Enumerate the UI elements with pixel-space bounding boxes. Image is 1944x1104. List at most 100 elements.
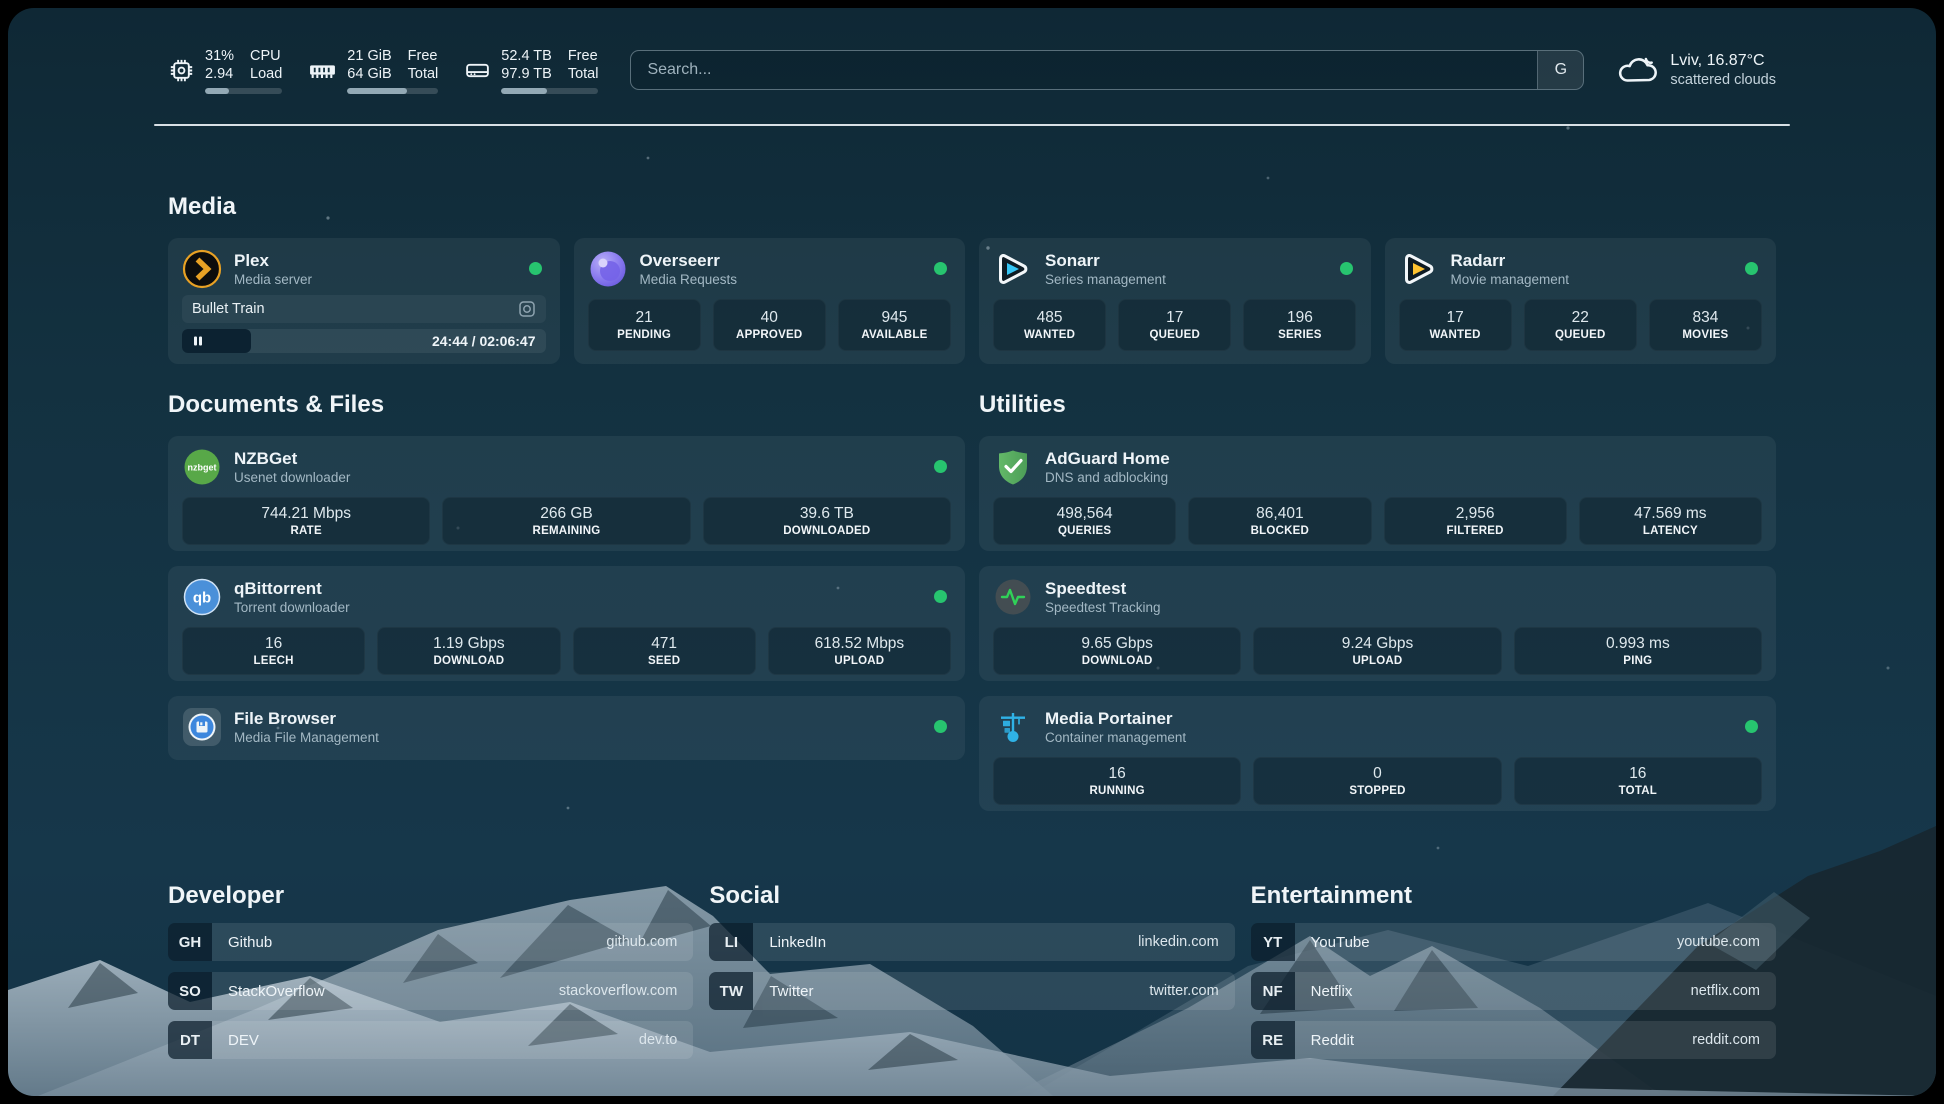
bookmark-github[interactable]: GH Github github.com	[168, 923, 693, 961]
app-card-filebrowser[interactable]: File Browser Media File Management	[168, 696, 965, 760]
overseerr-icon	[588, 249, 628, 289]
search-input[interactable]	[631, 51, 1537, 89]
disk-free: 52.4 TB	[501, 47, 552, 65]
stat-remaining: 266 GBREMAINING	[442, 497, 690, 545]
svg-text:nzbget: nzbget	[188, 463, 217, 473]
app-card-overseerr[interactable]: Overseerr Media Requests 21PENDING 40APP…	[574, 238, 966, 364]
stat-ping: 0.993 msPING	[1514, 627, 1762, 675]
section-entertainment: Entertainment YT YouTubeyoutube.com NF N…	[1251, 881, 1776, 1070]
app-desc-speedtest: Speedtest Tracking	[1045, 599, 1161, 616]
app-name-sonarr: Sonarr	[1045, 250, 1166, 271]
stat-pending: 21PENDING	[588, 299, 701, 351]
bookmark-reddit[interactable]: RE Redditreddit.com	[1251, 1021, 1776, 1059]
app-card-qbittorrent[interactable]: qb qBittorrent Torrent downloader 16LEEC…	[168, 566, 965, 681]
bookmark-name: Twitter	[769, 983, 813, 1000]
app-card-sonarr[interactable]: Sonarr Series management 485WANTED 17QUE…	[979, 238, 1371, 364]
bookmark-netflix[interactable]: NF Netflixnetflix.com	[1251, 972, 1776, 1010]
header-divider	[154, 124, 1790, 126]
now-playing-title: Bullet Train	[192, 301, 265, 317]
app-desc-plex: Media server	[234, 271, 312, 288]
playback-time: 24:44 / 02:06:47	[432, 329, 536, 353]
stat-total: 16TOTAL	[1514, 757, 1762, 805]
app-name-speedtest: Speedtest	[1045, 578, 1161, 599]
bookmark-dev[interactable]: DT DEVdev.to	[168, 1021, 693, 1059]
top-bar: 31%2.94 CPULoad 21 GiB64 GiB	[168, 42, 1776, 98]
bookmark-twitter[interactable]: TW Twitter twitter.com	[709, 972, 1234, 1010]
bookmark-name: Github	[228, 934, 272, 951]
bookmark-abbr: SO	[168, 972, 212, 1010]
bookmark-url: github.com	[606, 934, 677, 950]
memory-progress-bar	[347, 88, 438, 94]
section-media: Media Plex Media server	[168, 192, 1776, 364]
sonarr-icon	[993, 249, 1033, 289]
bookmark-name: Netflix	[1311, 983, 1353, 1000]
status-dot-online	[1745, 262, 1758, 275]
disk-label-2: Total	[568, 65, 599, 83]
stat-download: 1.19 GbpsDOWNLOAD	[377, 627, 560, 675]
media-type-icon	[518, 300, 536, 318]
ram-icon	[308, 58, 337, 83]
stat-movies: 834MOVIES	[1649, 299, 1762, 351]
stat-blocked: 86,401BLOCKED	[1188, 497, 1371, 545]
bookmark-url: linkedin.com	[1138, 934, 1219, 950]
bookmark-stackoverflow[interactable]: SO StackOverflow stackoverflow.com	[168, 972, 693, 1010]
bookmark-linkedin[interactable]: LI LinkedInlinkedin.com	[709, 923, 1234, 961]
filebrowser-icon	[182, 707, 222, 747]
bookmark-abbr: GH	[168, 923, 212, 961]
cpu-label-2: Load	[250, 65, 282, 83]
bookmark-abbr: TW	[709, 972, 753, 1010]
app-card-plex[interactable]: Plex Media server Bullet Train	[168, 238, 560, 364]
bookmark-name: StackOverflow	[228, 983, 325, 1000]
pause-icon[interactable]	[192, 335, 204, 347]
app-card-adguard[interactable]: AdGuard Home DNS and adblocking 498,564Q…	[979, 436, 1776, 551]
app-name-plex: Plex	[234, 250, 312, 271]
bookmark-youtube[interactable]: YT YouTubeyoutube.com	[1251, 923, 1776, 961]
section-title-developer: Developer	[168, 881, 693, 911]
stat-wanted: 17WANTED	[1399, 299, 1512, 351]
system-stats: 31%2.94 CPULoad 21 GiB64 GiB	[168, 47, 598, 94]
qbittorrent-icon: qb	[182, 577, 222, 617]
stat-seed: 471SEED	[573, 627, 756, 675]
bookmark-abbr: RE	[1251, 1021, 1295, 1059]
playback-progress-bar[interactable]: 24:44 / 02:06:47	[182, 329, 546, 353]
app-desc-filebrowser: Media File Management	[234, 729, 379, 746]
cpu-label-1: CPU	[250, 47, 282, 65]
app-card-nzbget[interactable]: nzbget NZBGet Usenet downloader 744.21 M…	[168, 436, 965, 551]
section-developer: Developer GH Github github.com SO StackOv…	[168, 881, 693, 1070]
bookmark-url: twitter.com	[1149, 983, 1218, 999]
section-title-media: Media	[168, 192, 1776, 222]
section-title-entertainment: Entertainment	[1251, 881, 1776, 911]
bookmark-url: netflix.com	[1691, 983, 1760, 999]
app-name-nzbget: NZBGet	[234, 448, 350, 469]
disk-icon	[464, 58, 491, 83]
disk-widget: 52.4 TB97.9 TB FreeTotal	[464, 47, 598, 94]
stat-running: 16RUNNING	[993, 757, 1241, 805]
bookmark-url: dev.to	[639, 1032, 677, 1048]
app-desc-nzbget: Usenet downloader	[234, 469, 350, 486]
stat-wanted: 485WANTED	[993, 299, 1106, 351]
stat-download: 9.65 GbpsDOWNLOAD	[993, 627, 1241, 675]
app-name-adguard: AdGuard Home	[1045, 448, 1170, 469]
app-card-portainer[interactable]: Media Portainer Container management 16R…	[979, 696, 1776, 811]
disk-total: 97.9 TB	[501, 65, 552, 83]
app-desc-sonarr: Series management	[1045, 271, 1166, 288]
app-card-speedtest[interactable]: Speedtest Speedtest Tracking 9.65 GbpsDO…	[979, 566, 1776, 681]
portainer-icon	[993, 707, 1033, 747]
bookmark-abbr: DT	[168, 1021, 212, 1059]
stat-stopped: 0STOPPED	[1253, 757, 1501, 805]
stat-upload: 9.24 GbpsUPLOAD	[1253, 627, 1501, 675]
app-desc-overseerr: Media Requests	[640, 271, 738, 288]
stat-queued: 22QUEUED	[1524, 299, 1637, 351]
app-name-overseerr: Overseerr	[640, 250, 738, 271]
disk-label-1: Free	[568, 47, 599, 65]
memory-free: 21 GiB	[347, 47, 391, 65]
app-desc-radarr: Movie management	[1451, 271, 1570, 288]
bookmark-url: stackoverflow.com	[559, 983, 677, 999]
cpu-widget: 31%2.94 CPULoad	[168, 47, 282, 94]
search-engine-button[interactable]: G	[1537, 51, 1583, 89]
app-card-radarr[interactable]: Radarr Movie management 17WANTED 22QUEUE…	[1385, 238, 1777, 364]
radarr-icon	[1399, 249, 1439, 289]
section-utilities: Utilities AdGuard Home DNS and adbl	[979, 390, 1776, 811]
bookmark-url: reddit.com	[1692, 1032, 1760, 1048]
status-dot-online	[934, 720, 947, 733]
